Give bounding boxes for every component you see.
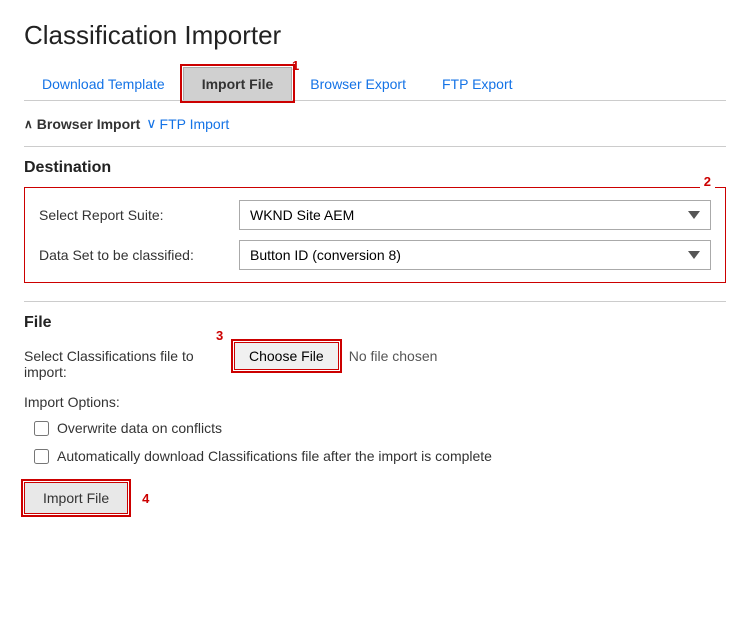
page-title: Classification Importer [24, 20, 726, 51]
auto-download-label: Automatically download Classifications f… [57, 448, 492, 464]
dataset-select[interactable]: Button ID (conversion 8) [239, 240, 711, 270]
report-suite-label: Select Report Suite: [39, 207, 239, 223]
dataset-label: Data Set to be classified: [39, 247, 239, 263]
auto-download-checkbox-row: Automatically download Classifications f… [24, 448, 726, 464]
browser-import-arrow: ∧ [24, 117, 33, 131]
page-container: Classification Importer Download Templat… [0, 0, 750, 617]
section-nav: ∧ Browser Import ∨ FTP Import [24, 101, 726, 142]
file-input-area: Choose File No file chosen [234, 342, 437, 370]
divider-file [24, 301, 726, 302]
no-file-text: No file chosen [349, 348, 438, 364]
ftp-import-nav[interactable]: ∨ FTP Import [146, 115, 229, 132]
import-file-button[interactable]: Import File [24, 482, 128, 514]
file-label-col: Select Classifications file to import: [24, 342, 224, 380]
file-section-label: File [24, 314, 726, 332]
overwrite-checkbox[interactable] [34, 421, 49, 436]
import-options-label: Import Options: [24, 394, 726, 410]
select-file-label-line1: Select Classifications file to [24, 348, 194, 364]
dataset-row: Data Set to be classified: Button ID (co… [39, 240, 711, 270]
tab-ftp-export[interactable]: FTP Export [424, 68, 531, 100]
tab-download-template[interactable]: Download Template [24, 68, 183, 100]
tab-browser-export[interactable]: Browser Export [292, 68, 424, 100]
step4-badge: 4 [142, 491, 149, 506]
ftp-import-label: FTP Import [160, 116, 230, 132]
browser-import-label: Browser Import [37, 116, 140, 132]
step3-badge: 3 [214, 328, 225, 343]
file-section: File 3 Select Classifications file to im… [24, 314, 726, 464]
auto-download-checkbox[interactable] [34, 449, 49, 464]
destination-section-label: Destination [24, 159, 726, 177]
ftp-import-arrow: ∨ [146, 115, 156, 132]
select-file-label-line2: import: [24, 364, 224, 380]
report-suite-select[interactable]: WKND Site AEM [239, 200, 711, 230]
step2-badge: 2 [700, 174, 715, 189]
overwrite-label: Overwrite data on conflicts [57, 420, 222, 436]
choose-file-button[interactable]: Choose File [234, 342, 339, 370]
divider-destination [24, 146, 726, 147]
tab-bar: Download Template Import File 1 Browser … [24, 67, 726, 101]
browser-import-nav: ∧ Browser Import [24, 116, 140, 132]
report-suite-row: Select Report Suite: WKND Site AEM [39, 200, 711, 230]
destination-box: 2 Select Report Suite: WKND Site AEM Dat… [24, 187, 726, 283]
import-btn-row: Import File 4 [24, 482, 726, 514]
tab-import-file[interactable]: Import File 1 [183, 67, 293, 100]
overwrite-checkbox-row: Overwrite data on conflicts [24, 420, 726, 436]
file-select-row: 3 Select Classifications file to import:… [24, 342, 726, 380]
